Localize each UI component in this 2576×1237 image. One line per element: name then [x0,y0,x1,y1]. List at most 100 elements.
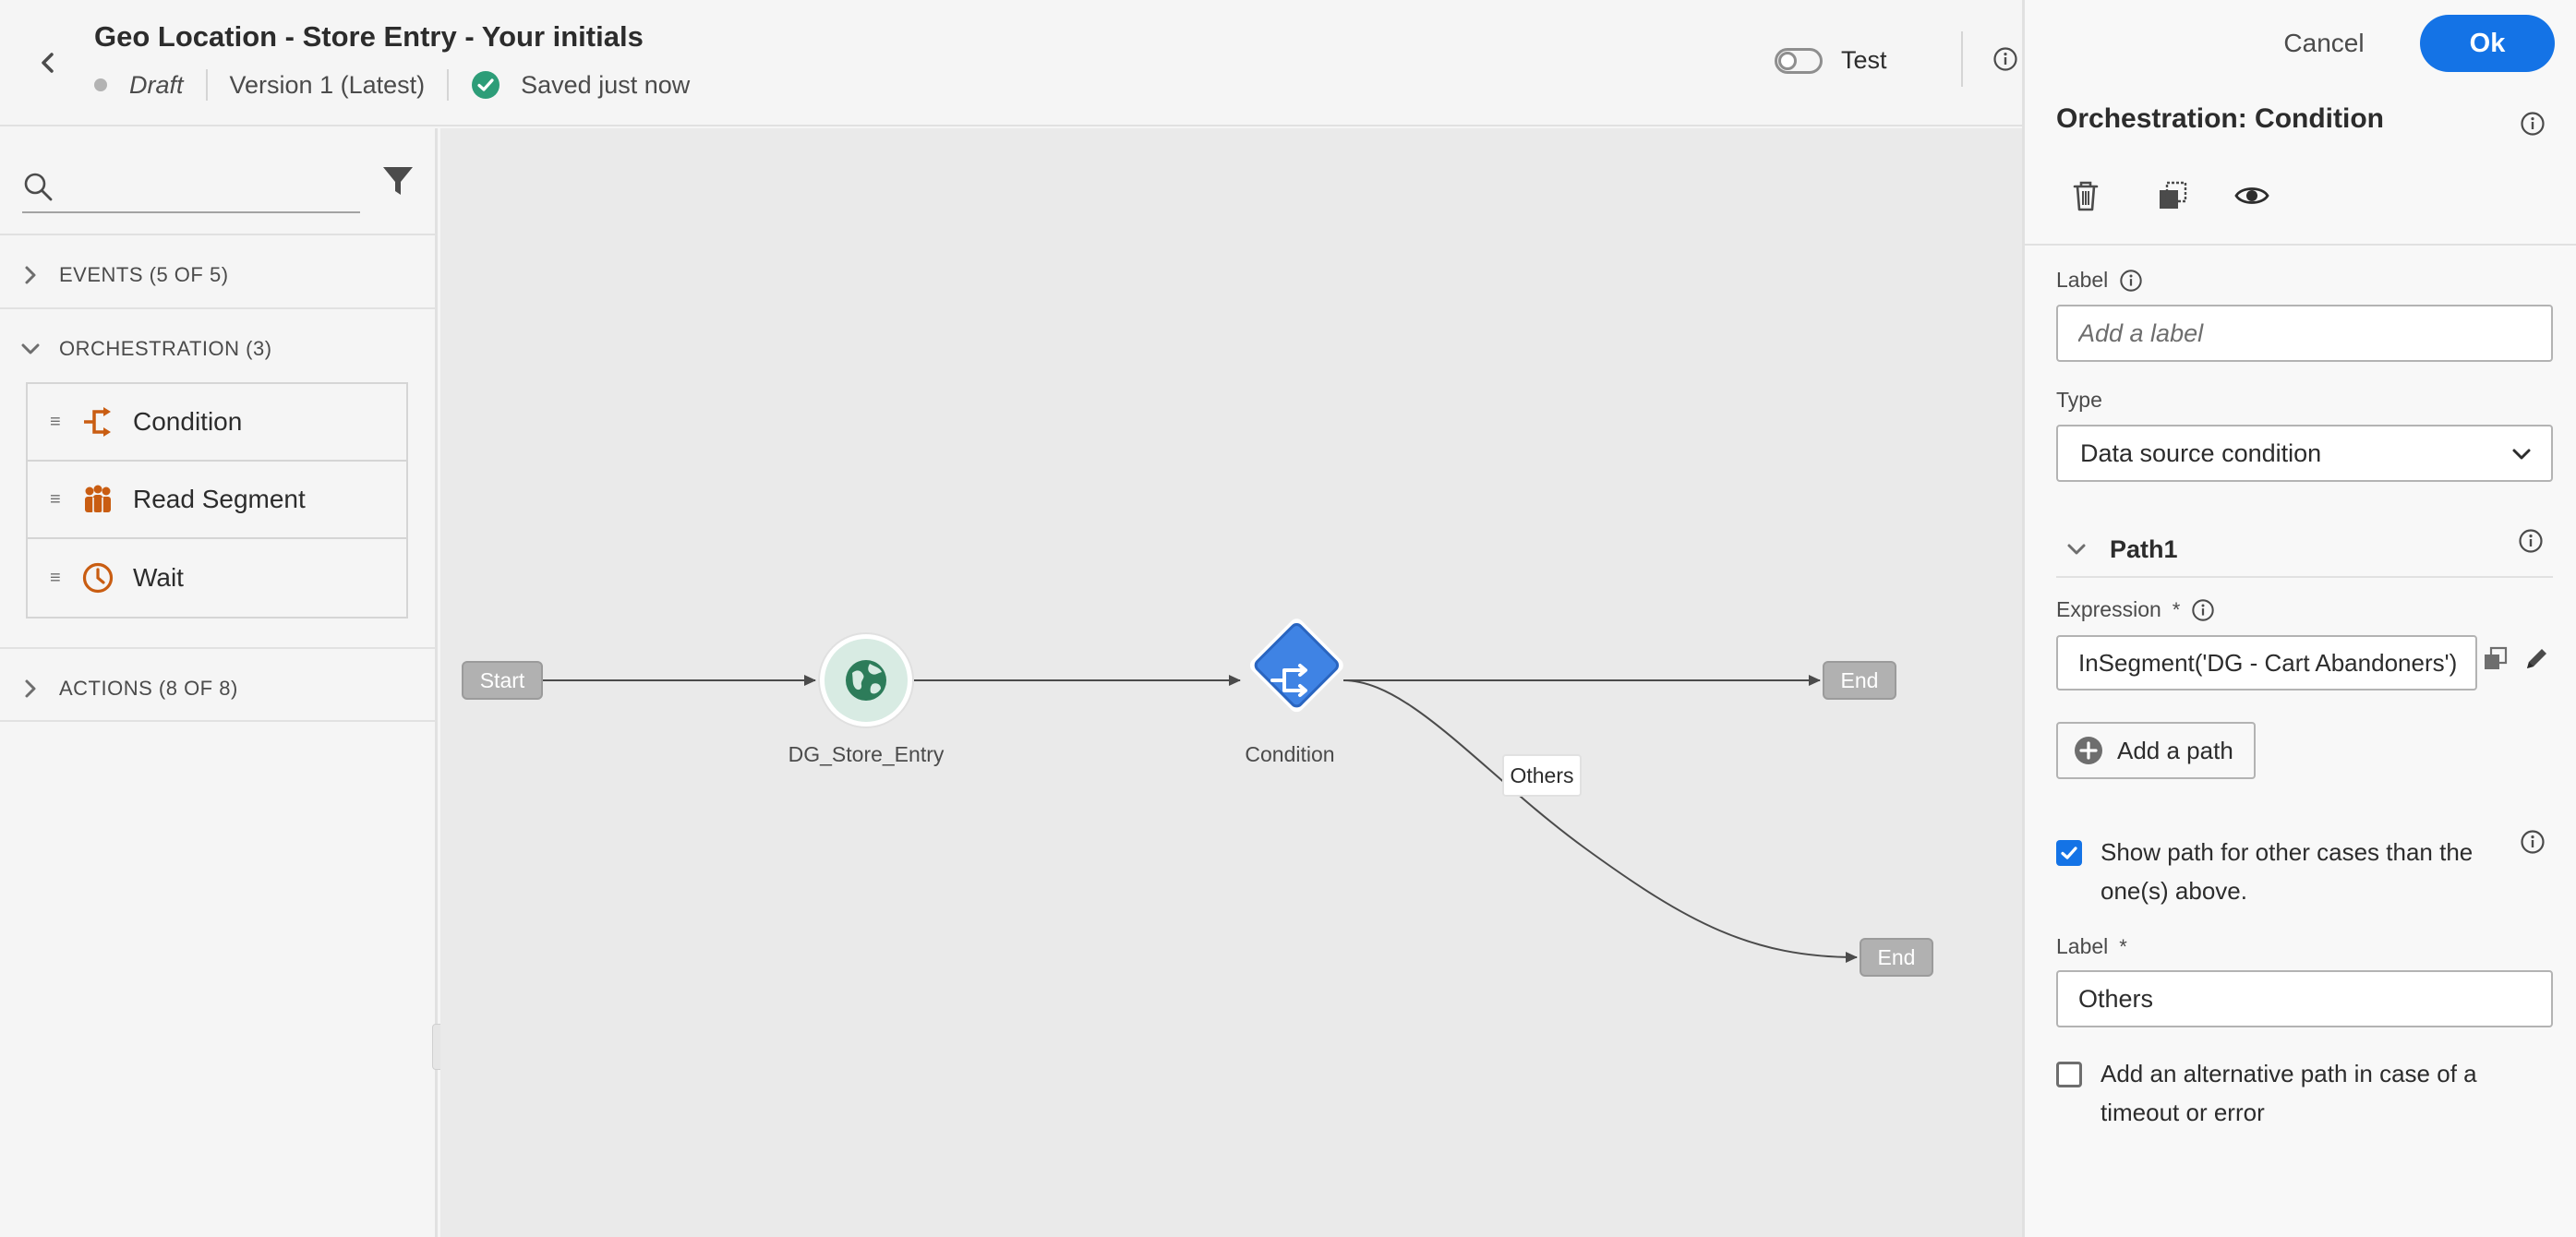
palette-item-label: Wait [133,563,184,592]
chevron-right-icon [25,266,36,284]
info-icon[interactable] [2119,269,2143,293]
palette-item-label: Read Segment [133,485,306,513]
end-node[interactable]: End [1860,938,1933,977]
show-other-path-option[interactable]: Show path for other cases than the one(s… [2056,833,2490,910]
path-name: Path1 [2110,534,2178,563]
chevron-right-icon [25,679,36,698]
pencil-icon[interactable] [2522,644,2551,674]
journey-title: Geo Location - Store Entry - Your initia… [94,20,644,53]
alternative-path-checkbox[interactable] [2056,1062,2082,1087]
divider [0,720,438,722]
drag-handle-icon[interactable]: ≡ [50,489,63,510]
event-node[interactable] [818,632,914,728]
journey-header: Geo Location - Store Entry - Your initia… [0,0,2022,126]
required-mark: * [2172,597,2181,621]
expression-field-label: Expression * [2056,597,2215,622]
divider [0,234,438,235]
chevron-down-icon[interactable] [2064,536,2089,562]
status-dot-icon [94,78,107,91]
end-node[interactable]: End [1823,661,1896,700]
chevron-down-icon [21,343,40,354]
palette-item-condition[interactable]: ≡ Condition [28,384,406,462]
search-input[interactable] [66,163,353,208]
other-label-text: Label [2056,934,2109,958]
other-label-input[interactable] [2056,970,2553,1027]
section-actions-label: ACTIONS (8 OF 8) [59,677,238,700]
delete-icon[interactable] [2067,177,2104,214]
back-button[interactable] [28,42,68,83]
test-mode-toggle[interactable]: Test [1775,46,1887,75]
ok-button[interactable]: Ok [2420,15,2555,72]
add-path-button[interactable]: Add a path [2056,722,2256,779]
show-other-path-checkbox[interactable] [2056,840,2082,866]
chevron-down-icon [2512,449,2531,460]
start-node[interactable]: Start [462,661,543,700]
section-events-label: EVENTS (5 OF 5) [59,263,229,286]
divider [0,647,438,649]
info-icon[interactable] [2191,598,2215,622]
condition-node[interactable] [1247,616,1346,715]
read-segment-icon [85,485,111,512]
section-orchestration-label: ORCHESTRATION (3) [59,337,272,360]
expression-input[interactable]: InSegment('DG - Cart Abandoners') [2056,635,2477,691]
label-text: Label [2056,268,2109,292]
section-actions[interactable]: ACTIONS (8 OF 8) [0,664,438,714]
cancel-button[interactable]: Cancel [2272,20,2376,66]
alternative-path-option[interactable]: Add an alternative path in case of a tim… [2056,1054,2490,1132]
label-field-label: Label [2056,268,2143,293]
add-circle-icon [2075,737,2102,764]
palette-search [22,158,360,213]
saved-status: Saved just now [521,70,691,99]
section-events[interactable]: EVENTS (5 OF 5) [0,250,438,300]
expression-label-text: Expression [2056,597,2161,621]
eye-icon[interactable] [2233,177,2270,214]
checkmark-circle-icon [472,71,500,99]
link-others-to-end [1342,679,1858,963]
globe-icon [846,660,886,701]
condition-node-label: Condition [1245,742,1335,766]
search-icon [24,173,53,201]
divider [1961,31,1963,87]
test-label: Test [1841,46,1887,74]
others-link-label: Others [1502,754,1582,797]
drag-handle-icon[interactable]: ≡ [50,568,63,589]
info-icon[interactable] [2520,111,2546,137]
journey-canvas[interactable]: Start DG_Store_Entry Condition End End O… [440,128,2022,1237]
info-icon[interactable] [2518,528,2544,554]
event-node-label: DG_Store_Entry [788,742,945,766]
copy-icon[interactable] [2481,644,2510,674]
type-select[interactable]: Data source condition [2056,425,2553,482]
section-orchestration[interactable]: ORCHESTRATION (3) [0,324,438,374]
activity-palette: EVENTS (5 OF 5) ORCHESTRATION (3) ≡ Cond… [0,128,447,1237]
filter-icon[interactable] [380,163,415,198]
type-field-label: Type [2056,388,2102,412]
activity-properties-panel: Cancel Ok Orchestration: Condition Label… [2022,0,2576,1237]
journey-meta: Draft Version 1 (Latest) Saved just now [94,66,690,103]
drag-handle-icon[interactable]: ≡ [50,412,63,433]
toggle-switch[interactable] [1775,47,1823,74]
divider [2025,244,2576,246]
required-mark: * [2119,934,2127,958]
info-icon[interactable] [1992,46,2018,72]
divider [447,69,450,101]
orchestration-list: ≡ Condition ≡ Read Segment ≡ Wait [26,382,408,618]
canvas-links [543,616,1858,963]
version-label: Version 1 (Latest) [229,70,426,99]
duplicate-icon[interactable] [2154,177,2191,214]
wait-icon [82,562,114,594]
panel-title: Orchestration: Condition [2056,103,2384,134]
show-other-path-label: Show path for other cases than the one(s… [2101,838,2474,905]
chevron-left-icon [42,53,54,73]
divider [0,307,438,309]
add-path-label: Add a path [2117,736,2233,764]
palette-item-wait[interactable]: ≡ Wait [28,539,406,617]
divider [205,69,208,101]
checkmark-icon [2061,847,2077,859]
label-input[interactable] [2056,305,2553,362]
status-label: Draft [129,70,184,99]
other-label-field-label: Label * [2056,934,2127,959]
path-header: Path1 [2056,522,2553,578]
palette-item-read-segment[interactable]: ≡ Read Segment [28,462,406,539]
type-select-value: Data source condition [2080,438,2322,467]
info-icon[interactable] [2520,829,2546,855]
